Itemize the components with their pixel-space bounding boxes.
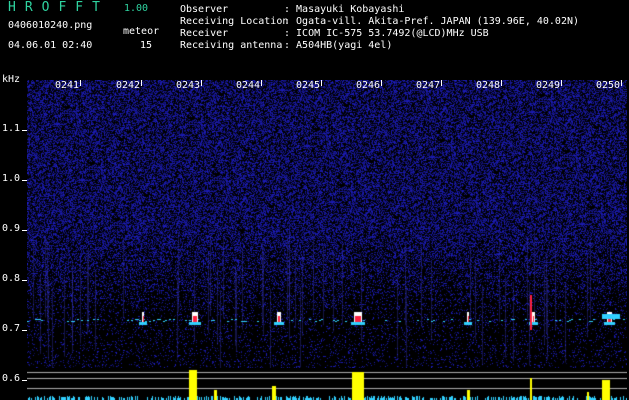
app-version: 1.00 bbox=[124, 3, 149, 14]
meteor-count: 15 bbox=[140, 40, 153, 51]
time-tick-mark bbox=[381, 80, 382, 86]
antenna-value: : A504HB(yagi 4el) bbox=[284, 40, 393, 51]
ytick-label: 0.6 bbox=[2, 373, 21, 384]
meteor-label: meteor bbox=[123, 26, 160, 37]
timestamp: 04.06.01 02:40 bbox=[8, 40, 93, 51]
ytick-label: 1.1 bbox=[2, 123, 21, 134]
axis-unit: kHz bbox=[2, 74, 21, 85]
ytick-label: 0.8 bbox=[2, 273, 21, 284]
observer-label: Observer bbox=[180, 4, 229, 15]
time-tick-mark bbox=[141, 80, 142, 86]
time-tick-label: 0244 bbox=[236, 80, 261, 91]
app-title: HROFFT bbox=[8, 0, 109, 15]
location-value: : Ogata-vill. Akita-Pref. JAPAN (139.96E… bbox=[284, 16, 580, 27]
time-tick-label: 0241 bbox=[55, 80, 80, 91]
time-tick-label: 0248 bbox=[476, 80, 501, 91]
time-tick-label: 0246 bbox=[356, 80, 381, 91]
time-tick-mark bbox=[621, 80, 622, 86]
time-tick-label: 0243 bbox=[176, 80, 201, 91]
time-tick-label: 0250 bbox=[596, 80, 621, 91]
time-tick-mark bbox=[321, 80, 322, 86]
ytick-label: 1.0 bbox=[2, 173, 21, 184]
time-tick-mark bbox=[261, 80, 262, 86]
time-tick-mark bbox=[561, 80, 562, 86]
location-label: Receiving Location bbox=[180, 16, 289, 27]
frequency-axis: kHz 1.1 1.0 0.9 0.8 0.7 0.6 bbox=[0, 74, 27, 400]
spectrogram bbox=[27, 80, 627, 368]
time-tick-mark bbox=[501, 80, 502, 86]
filename: 0406010240.png bbox=[8, 20, 93, 31]
observer-value: : Masayuki Kobayashi bbox=[284, 4, 405, 15]
time-tick-label: 0249 bbox=[536, 80, 561, 91]
ytick-label: 0.7 bbox=[2, 323, 21, 334]
meteor-count-graph bbox=[27, 368, 627, 400]
time-tick-mark bbox=[80, 80, 81, 86]
time-tick-mark bbox=[441, 80, 442, 86]
time-tick-label: 0242 bbox=[116, 80, 141, 91]
time-tick-label: 0247 bbox=[416, 80, 441, 91]
receiver-label: Receiver bbox=[180, 28, 229, 39]
ytick-label: 0.9 bbox=[2, 223, 21, 234]
antenna-label: Receiving antenna bbox=[180, 40, 283, 51]
header-panel: HROFFT 1.00 0406010240.png meteor 15 04.… bbox=[0, 0, 629, 78]
time-tick-label: 0245 bbox=[296, 80, 321, 91]
receiver-value: : ICOM IC-575 53.7492(@LCD)MHz USB bbox=[284, 28, 489, 39]
time-tick-mark bbox=[201, 80, 202, 86]
